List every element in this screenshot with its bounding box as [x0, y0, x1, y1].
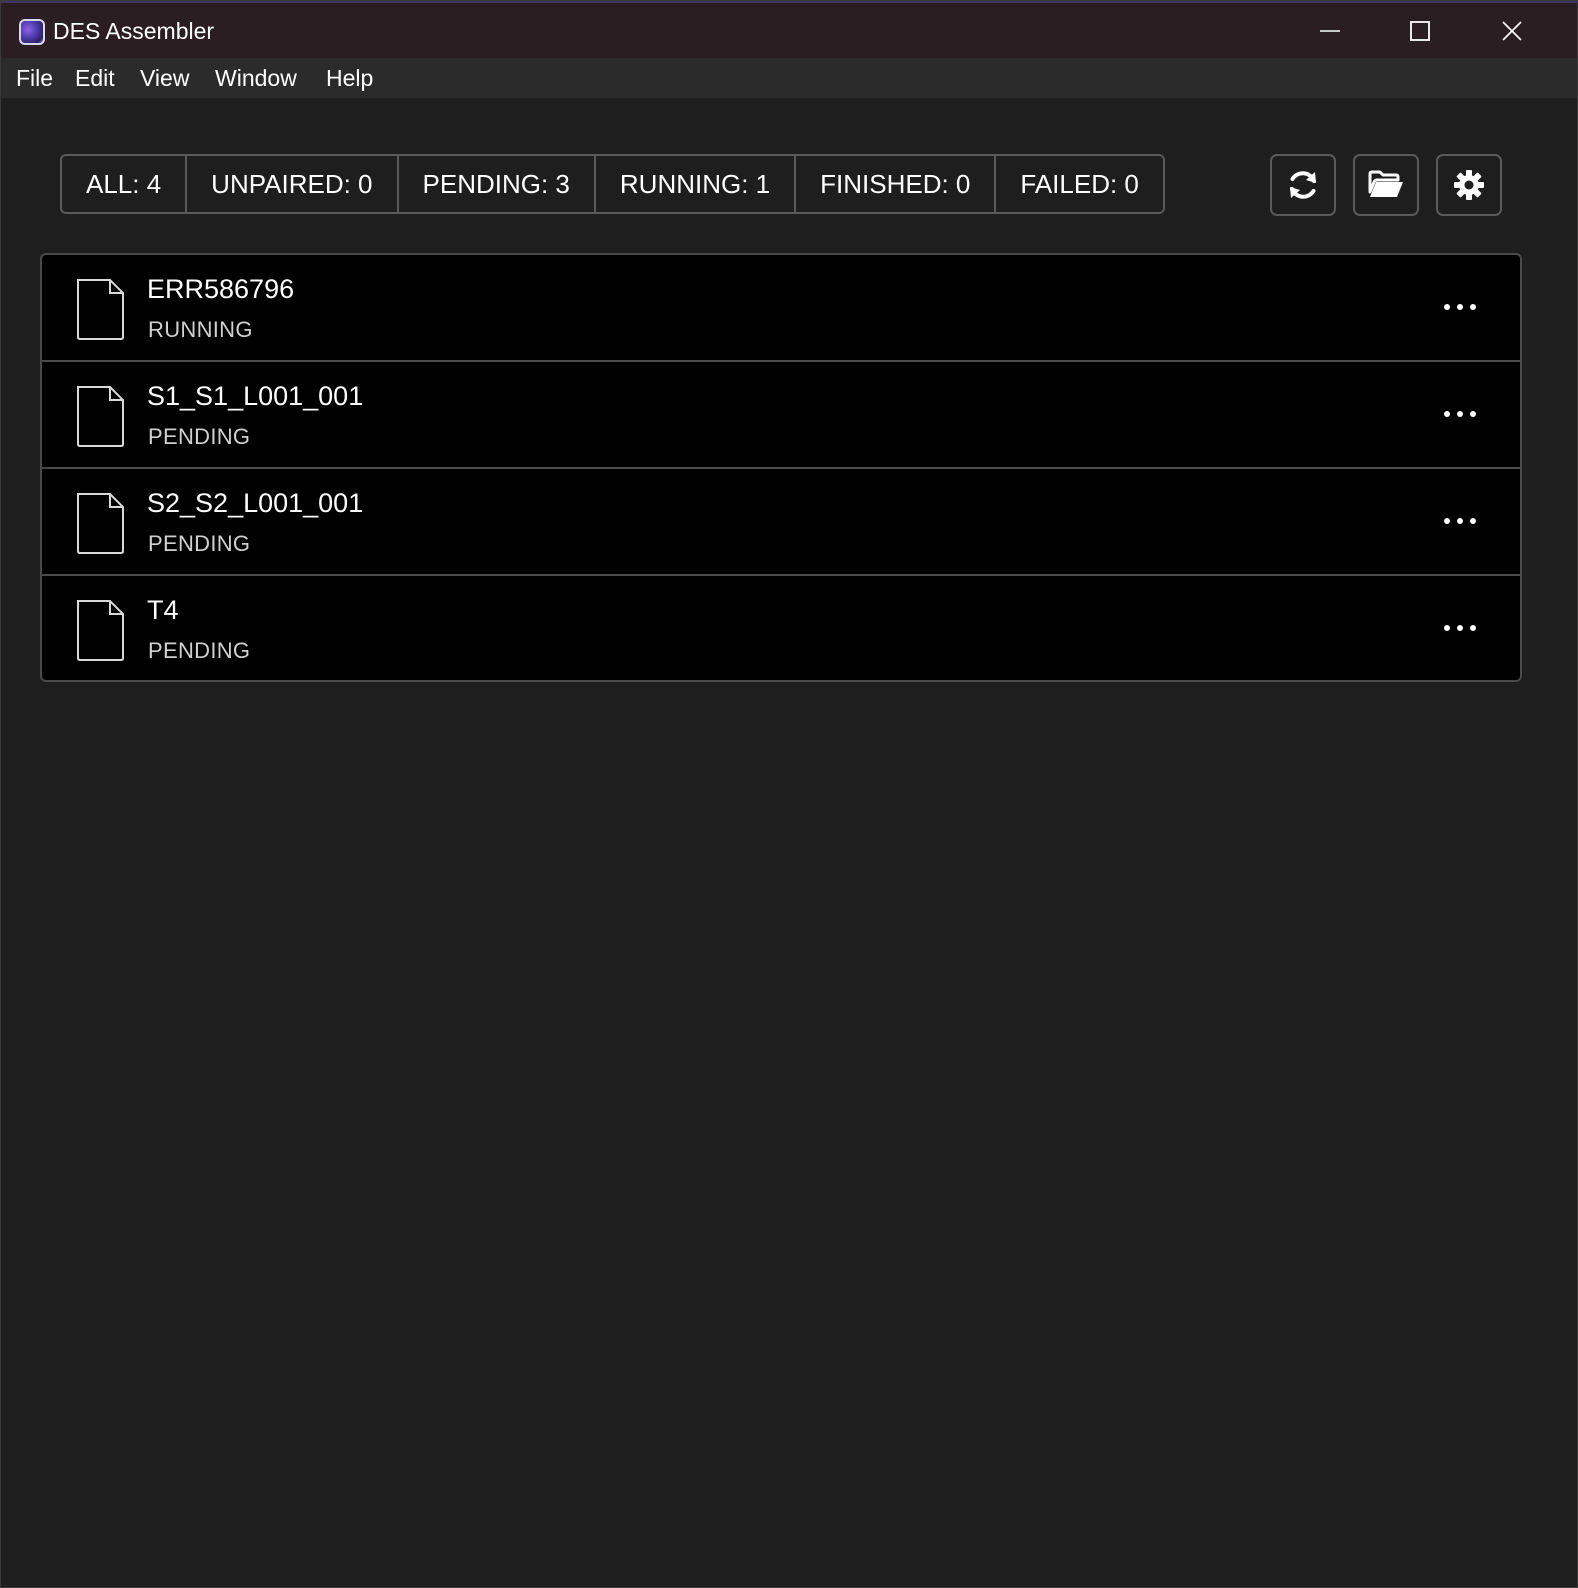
status-filter-bar: ALL: 4 UNPAIRED: 0 PENDING: 3 RUNNING: 1… — [60, 154, 1165, 214]
list-item[interactable]: T4 PENDING — [42, 574, 1520, 680]
more-horizontal-icon — [1444, 625, 1476, 631]
menu-edit[interactable]: Edit — [75, 65, 115, 92]
job-status: PENDING — [148, 531, 251, 556]
filter-finished[interactable]: FINISHED: 0 — [796, 156, 997, 212]
job-status: PENDING — [148, 638, 251, 663]
maximize-button[interactable] — [1397, 9, 1443, 53]
close-button[interactable] — [1489, 9, 1535, 53]
filter-all[interactable]: ALL: 4 — [62, 156, 188, 212]
more-options-button[interactable] — [1440, 509, 1480, 533]
menu-file[interactable]: File — [16, 65, 53, 92]
settings-button[interactable] — [1436, 154, 1502, 216]
menu-window[interactable]: Window — [215, 65, 297, 92]
app-window: DES Assembler File Edit View Window Help… — [0, 0, 1578, 1588]
menu-view[interactable]: View — [140, 65, 189, 92]
refresh-button[interactable] — [1270, 154, 1336, 216]
open-folder-button[interactable] — [1353, 154, 1419, 216]
job-name: S2_S2_L001_001 — [147, 488, 364, 518]
more-horizontal-icon — [1444, 304, 1476, 310]
filter-running[interactable]: RUNNING: 1 — [596, 156, 797, 212]
list-item[interactable]: ERR586796 RUNNING — [42, 255, 1520, 362]
maximize-icon — [1410, 21, 1430, 41]
minimize-button[interactable] — [1307, 9, 1353, 53]
filter-pending[interactable]: PENDING: 3 — [399, 156, 596, 212]
more-horizontal-icon — [1444, 518, 1476, 524]
minimize-icon — [1320, 30, 1340, 32]
window-title: DES Assembler — [53, 18, 215, 44]
job-list: ERR586796 RUNNING S1_S1_L001_001 PENDING — [40, 253, 1522, 682]
list-item[interactable]: S2_S2_L001_001 PENDING — [42, 467, 1520, 574]
gear-icon — [1454, 170, 1484, 200]
title-bar[interactable]: DES Assembler — [1, 1, 1577, 58]
job-name: ERR586796 — [147, 274, 295, 304]
file-icon — [77, 493, 124, 554]
app-logo-icon — [19, 19, 45, 45]
more-options-button[interactable] — [1440, 402, 1480, 426]
job-status: RUNNING — [148, 317, 253, 342]
filter-failed[interactable]: FAILED: 0 — [996, 156, 1163, 212]
refresh-icon — [1290, 171, 1316, 199]
menu-help[interactable]: Help — [326, 65, 373, 92]
more-options-button[interactable] — [1440, 295, 1480, 319]
filter-unpaired[interactable]: UNPAIRED: 0 — [187, 156, 399, 212]
list-item[interactable]: S1_S1_L001_001 PENDING — [42, 360, 1520, 467]
menu-bar: File Edit View Window Help — [1, 58, 1577, 98]
folder-open-icon — [1368, 170, 1403, 197]
file-icon — [77, 386, 124, 447]
more-horizontal-icon — [1444, 411, 1476, 417]
job-name: S1_S1_L001_001 — [147, 381, 364, 411]
file-icon — [77, 279, 124, 340]
job-status: PENDING — [148, 424, 251, 449]
more-options-button[interactable] — [1440, 616, 1480, 640]
file-icon — [77, 600, 124, 661]
job-name: T4 — [147, 595, 179, 625]
close-icon — [1502, 21, 1522, 41]
